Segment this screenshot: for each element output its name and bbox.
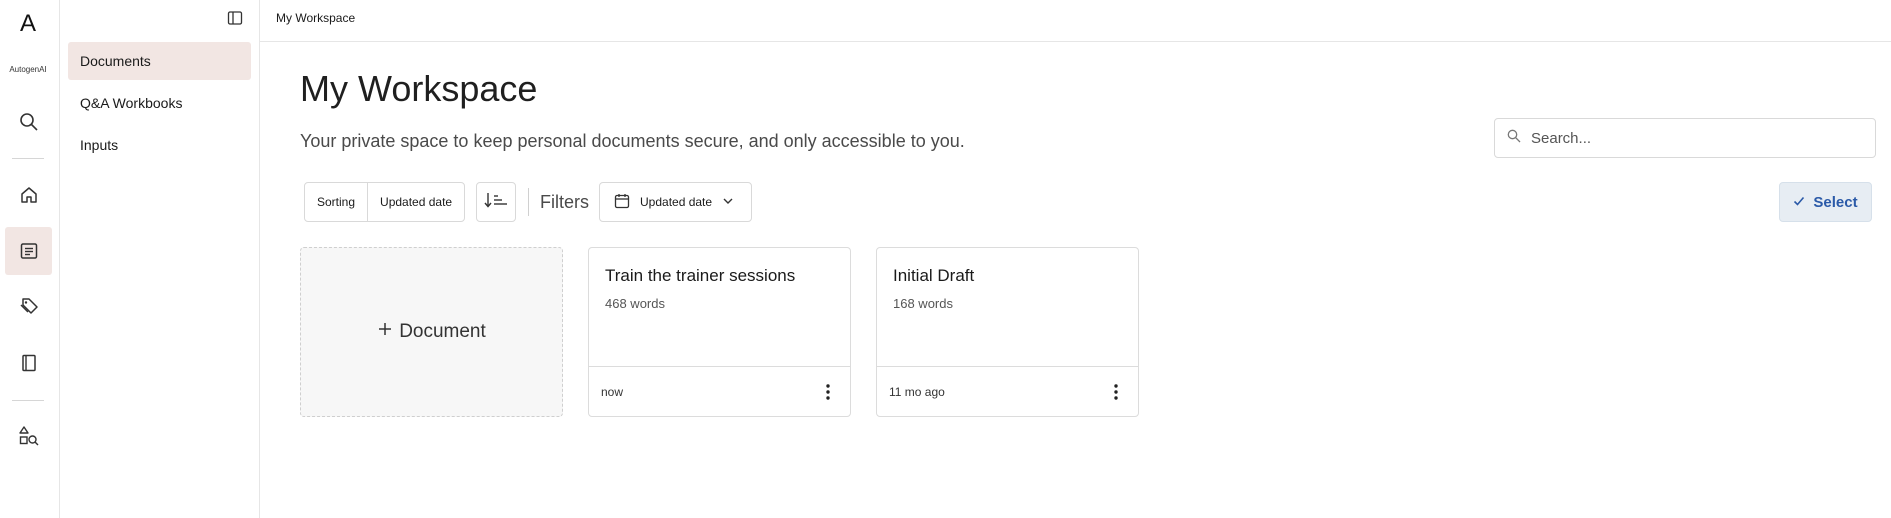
document-word-count: 468 words [605,296,665,311]
documents-icon[interactable] [5,227,52,275]
sorting-label: Sorting [317,195,356,209]
page-title: My Workspace [300,68,538,109]
search-input[interactable] [1531,129,1851,147]
document-card[interactable]: Initial Draft 168 words 11 mo ago [876,247,1139,417]
app-window: A AutogenAI Documents Q&A Workbooks Inpu… [0,0,1891,518]
search-icon [1507,129,1521,148]
document-word-count: 168 words [893,296,953,311]
main-content: My Workspace Your private space to keep … [260,42,1891,518]
top-bar: My Workspace [260,0,1891,42]
sort-direction-button[interactable] [476,182,516,222]
sidebar-item-qa-workbooks[interactable]: Q&A Workbooks [68,84,251,122]
sort-field-select[interactable]: Updated date [367,183,464,221]
tags-icon[interactable] [5,283,52,331]
icon-rail: A AutogenAI [0,0,60,518]
rail-divider [12,158,44,159]
library-book-icon[interactable] [5,339,52,387]
more-options-icon[interactable] [818,382,838,402]
date-filter-label: Updated date [640,195,713,209]
sidebar-collapse-icon[interactable] [225,8,245,28]
app-logo[interactable]: A [0,10,56,38]
secondary-sidebar: Documents Q&A Workbooks Inputs [60,0,260,518]
calendar-icon [614,193,630,212]
select-label: Select [1813,193,1858,211]
check-icon [1793,194,1805,211]
document-updated-time: now [601,384,624,399]
document-card-footer: 11 mo ago [877,366,1138,416]
document-title: Train the trainer sessions [605,266,796,285]
breadcrumb: My Workspace [276,11,356,25]
document-updated-time: 11 mo ago [889,384,945,399]
document-title: Initial Draft [893,266,975,285]
plus-icon [377,321,393,343]
document-card[interactable]: Train the trainer sessions 468 words now [588,247,851,417]
date-filter-dropdown[interactable]: Updated date [599,182,752,222]
sorting-control[interactable]: Sorting Updated date [304,182,466,222]
document-card-footer: now [589,366,850,416]
sort-descending-icon [483,191,509,214]
search-box[interactable] [1494,118,1876,158]
toolbar-divider [528,188,529,216]
more-options-icon[interactable] [1106,382,1126,402]
new-document-card[interactable]: Document [300,247,563,417]
home-icon[interactable] [5,171,52,219]
new-document-label: Document [399,321,486,342]
search-icon[interactable] [5,98,52,146]
rail-divider [12,400,44,401]
sidebar-item-inputs[interactable]: Inputs [68,126,251,164]
sidebar-item-documents[interactable]: Documents [68,42,251,80]
select-button[interactable]: Select [1779,182,1872,222]
chevron-down-icon [722,195,734,210]
filters-label: Filters [540,192,589,212]
brand-name: AutogenAI [9,65,47,74]
page-subtitle: Your private space to keep personal docu… [300,131,965,151]
shapes-search-icon[interactable] [5,412,52,460]
